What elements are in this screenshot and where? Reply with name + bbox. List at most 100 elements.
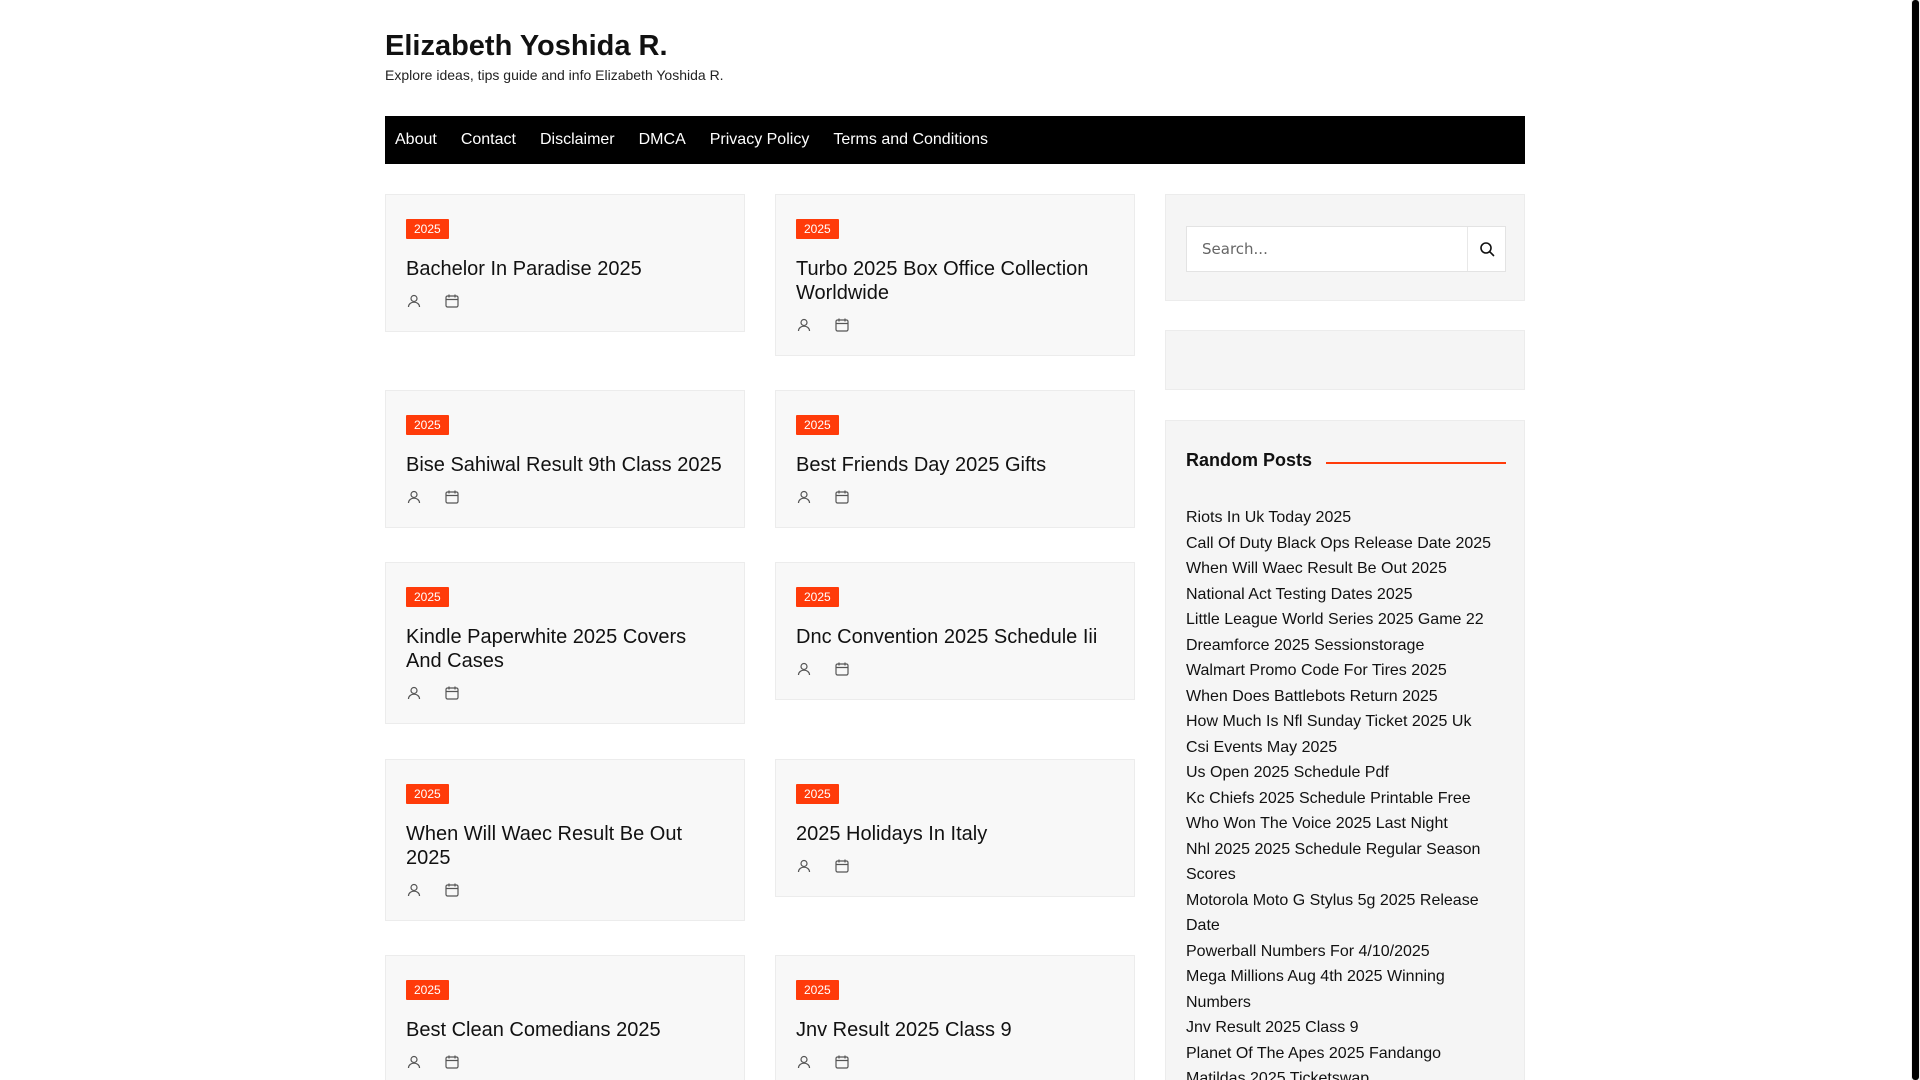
author-icon[interactable] <box>406 293 422 309</box>
random-post-link[interactable]: Csi Events May 2025 <box>1186 735 1506 761</box>
post-meta <box>796 661 1114 679</box>
random-post-link[interactable]: Call Of Duty Black Ops Release Date 2025 <box>1186 531 1506 557</box>
calendar-icon[interactable] <box>834 489 850 505</box>
post-card: 2025 Turbo 2025 Box Office Collection Wo… <box>775 194 1135 356</box>
random-post-link[interactable]: Matildas 2025 Ticketswap <box>1186 1066 1506 1080</box>
post-card: 2025 Best Clean Comedians 2025 <box>385 955 745 1080</box>
search-widget <box>1165 194 1525 301</box>
category-badge[interactable]: 2025 <box>406 784 449 804</box>
post-meta <box>406 685 724 703</box>
category-badge[interactable]: 2025 <box>796 980 839 1000</box>
search-input[interactable] <box>1187 227 1467 271</box>
author-icon[interactable] <box>406 882 422 898</box>
post-card: 2025 Best Friends Day 2025 Gifts <box>775 390 1135 528</box>
random-posts-list: Riots In Uk Today 2025 Call Of Duty Blac… <box>1186 505 1506 1080</box>
post-title[interactable]: When Will Waec Result Be Out 2025 <box>406 822 724 870</box>
post-title[interactable]: Best Friends Day 2025 Gifts <box>796 453 1114 477</box>
post-card: 2025 Kindle Paperwhite 2025 Covers And C… <box>385 562 745 724</box>
category-badge[interactable]: 2025 <box>796 784 839 804</box>
random-post-link[interactable]: Mega Millions Aug 4th 2025 Winning Numbe… <box>1186 964 1506 1015</box>
post-card: 2025 Jnv Result 2025 Class 9 <box>775 955 1135 1080</box>
random-post-link[interactable]: Walmart Promo Code For Tires 2025 <box>1186 658 1506 684</box>
random-post-link[interactable]: When Will Waec Result Be Out 2025 <box>1186 556 1506 582</box>
calendar-icon[interactable] <box>444 293 460 309</box>
random-post-link[interactable]: How Much Is Nfl Sunday Ticket 2025 Uk <box>1186 709 1506 735</box>
category-badge[interactable]: 2025 <box>406 587 449 607</box>
calendar-icon[interactable] <box>834 858 850 874</box>
post-meta <box>406 882 724 900</box>
calendar-icon[interactable] <box>834 661 850 677</box>
calendar-icon[interactable] <box>444 685 460 701</box>
post-meta <box>406 1054 724 1072</box>
post-title[interactable]: Kindle Paperwhite 2025 Covers And Cases <box>406 625 724 673</box>
post-card: 2025 2025 Holidays In Italy <box>775 759 1135 897</box>
random-post-link[interactable]: Kc Chiefs 2025 Schedule Printable Free <box>1186 786 1506 812</box>
author-icon[interactable] <box>406 1054 422 1070</box>
nav-dmca[interactable]: DMCA <box>639 131 686 149</box>
main-nav: About Contact Disclaimer DMCA Privacy Po… <box>385 116 1525 164</box>
author-icon[interactable] <box>796 1054 812 1070</box>
calendar-icon[interactable] <box>834 1054 850 1070</box>
random-post-link[interactable]: Powerball Numbers For 4/10/2025 <box>1186 939 1506 965</box>
random-posts-widget: Random Posts Riots In Uk Today 2025 Call… <box>1165 420 1525 1080</box>
random-post-link[interactable]: Nhl 2025 2025 Schedule Regular Season Sc… <box>1186 837 1506 888</box>
author-icon[interactable] <box>796 317 812 333</box>
post-meta <box>796 1054 1114 1072</box>
nav-disclaimer[interactable]: Disclaimer <box>540 131 615 149</box>
author-icon[interactable] <box>796 858 812 874</box>
post-title[interactable]: Best Clean Comedians 2025 <box>406 1018 724 1042</box>
empty-widget <box>1165 330 1525 390</box>
random-post-link[interactable]: Planet Of The Apes 2025 Fandango <box>1186 1041 1506 1067</box>
random-posts-title: Random Posts <box>1186 450 1313 470</box>
scrollbar-thumb[interactable] <box>1912 0 1919 1080</box>
nav-terms-and-conditions[interactable]: Terms and Conditions <box>833 131 988 149</box>
random-post-link[interactable]: Riots In Uk Today 2025 <box>1186 505 1506 531</box>
category-badge[interactable]: 2025 <box>796 219 839 239</box>
random-post-link[interactable]: Who Won The Voice 2025 Last Night <box>1186 811 1506 837</box>
calendar-icon[interactable] <box>444 882 460 898</box>
search-icon <box>1479 242 1494 257</box>
random-post-link[interactable]: Jnv Result 2025 Class 9 <box>1186 1015 1506 1041</box>
category-badge[interactable]: 2025 <box>406 980 449 1000</box>
search-button[interactable] <box>1467 227 1505 271</box>
post-meta <box>406 293 724 311</box>
category-badge[interactable]: 2025 <box>796 415 839 435</box>
post-meta <box>796 317 1114 335</box>
post-card: 2025 When Will Waec Result Be Out 2025 <box>385 759 745 921</box>
post-title[interactable]: Turbo 2025 Box Office Collection Worldwi… <box>796 257 1114 305</box>
random-post-link[interactable]: When Does Battlebots Return 2025 <box>1186 684 1506 710</box>
page-scrollbar[interactable] <box>1911 0 1920 1080</box>
post-meta <box>796 858 1114 876</box>
site-description: Explore ideas, tips guide and info Eliza… <box>385 67 724 83</box>
random-post-link[interactable]: Little League World Series 2025 Game 22 <box>1186 607 1506 633</box>
post-title[interactable]: 2025 Holidays In Italy <box>796 822 1114 846</box>
author-icon[interactable] <box>796 661 812 677</box>
category-badge[interactable]: 2025 <box>406 415 449 435</box>
post-title[interactable]: Bachelor In Paradise 2025 <box>406 257 724 281</box>
post-title[interactable]: Jnv Result 2025 Class 9 <box>796 1018 1114 1042</box>
calendar-icon[interactable] <box>444 1054 460 1070</box>
author-icon[interactable] <box>796 489 812 505</box>
nav-contact[interactable]: Contact <box>461 131 516 149</box>
post-card: 2025 Dnc Convention 2025 Schedule Iii <box>775 562 1135 700</box>
post-title[interactable]: Bise Sahiwal Result 9th Class 2025 <box>406 453 724 477</box>
category-badge[interactable]: 2025 <box>406 219 449 239</box>
nav-privacy-policy[interactable]: Privacy Policy <box>710 131 810 149</box>
post-card: 2025 Bise Sahiwal Result 9th Class 2025 <box>385 390 745 528</box>
site-title[interactable]: Elizabeth Yoshida R. <box>385 30 668 63</box>
post-meta <box>406 489 724 507</box>
author-icon[interactable] <box>406 685 422 701</box>
post-meta <box>796 489 1114 507</box>
calendar-icon[interactable] <box>444 489 460 505</box>
random-post-link[interactable]: Us Open 2025 Schedule Pdf <box>1186 760 1506 786</box>
author-icon[interactable] <box>406 489 422 505</box>
random-post-link[interactable]: Dreamforce 2025 Sessionstorage <box>1186 633 1506 659</box>
category-badge[interactable]: 2025 <box>796 587 839 607</box>
random-post-link[interactable]: National Act Testing Dates 2025 <box>1186 582 1506 608</box>
calendar-icon[interactable] <box>834 317 850 333</box>
search-form <box>1186 226 1506 272</box>
random-post-link[interactable]: Motorola Moto G Stylus 5g 2025 Release D… <box>1186 888 1506 939</box>
nav-about[interactable]: About <box>395 131 437 149</box>
post-title[interactable]: Dnc Convention 2025 Schedule Iii <box>796 625 1114 649</box>
title-underline <box>1326 462 1506 464</box>
